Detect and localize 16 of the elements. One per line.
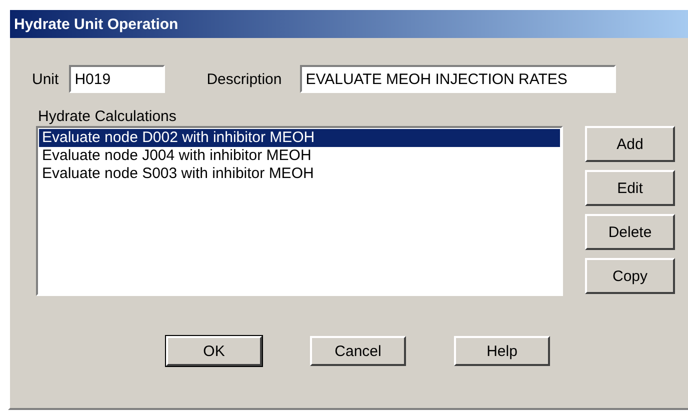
dialog-button[interactable]: Help <box>454 336 550 366</box>
dialog-button[interactable]: Cancel <box>310 336 406 366</box>
description-label: Description <box>206 70 282 88</box>
dialog-button[interactable]: OK <box>166 336 262 366</box>
side-button[interactable]: Add <box>585 126 675 162</box>
unit-label: Unit <box>32 70 59 88</box>
unit-field[interactable]: H019 <box>68 65 165 93</box>
list-label: Hydrate Calculations <box>38 108 176 125</box>
side-button[interactable]: Delete <box>585 214 675 250</box>
list-item[interactable]: Evaluate node S003 with inhibitor MEOH <box>39 165 560 183</box>
description-field[interactable]: EVALUATE MEOH INJECTION RATES <box>300 65 616 93</box>
list-item[interactable]: Evaluate node J004 with inhibitor MEOH <box>39 147 560 165</box>
window-title: Hydrate Unit Operation <box>14 16 178 32</box>
list-item[interactable]: Evaluate node D002 with inhibitor MEOH <box>39 129 560 147</box>
side-button[interactable]: Edit <box>585 170 675 206</box>
side-button[interactable]: Copy <box>585 258 675 294</box>
